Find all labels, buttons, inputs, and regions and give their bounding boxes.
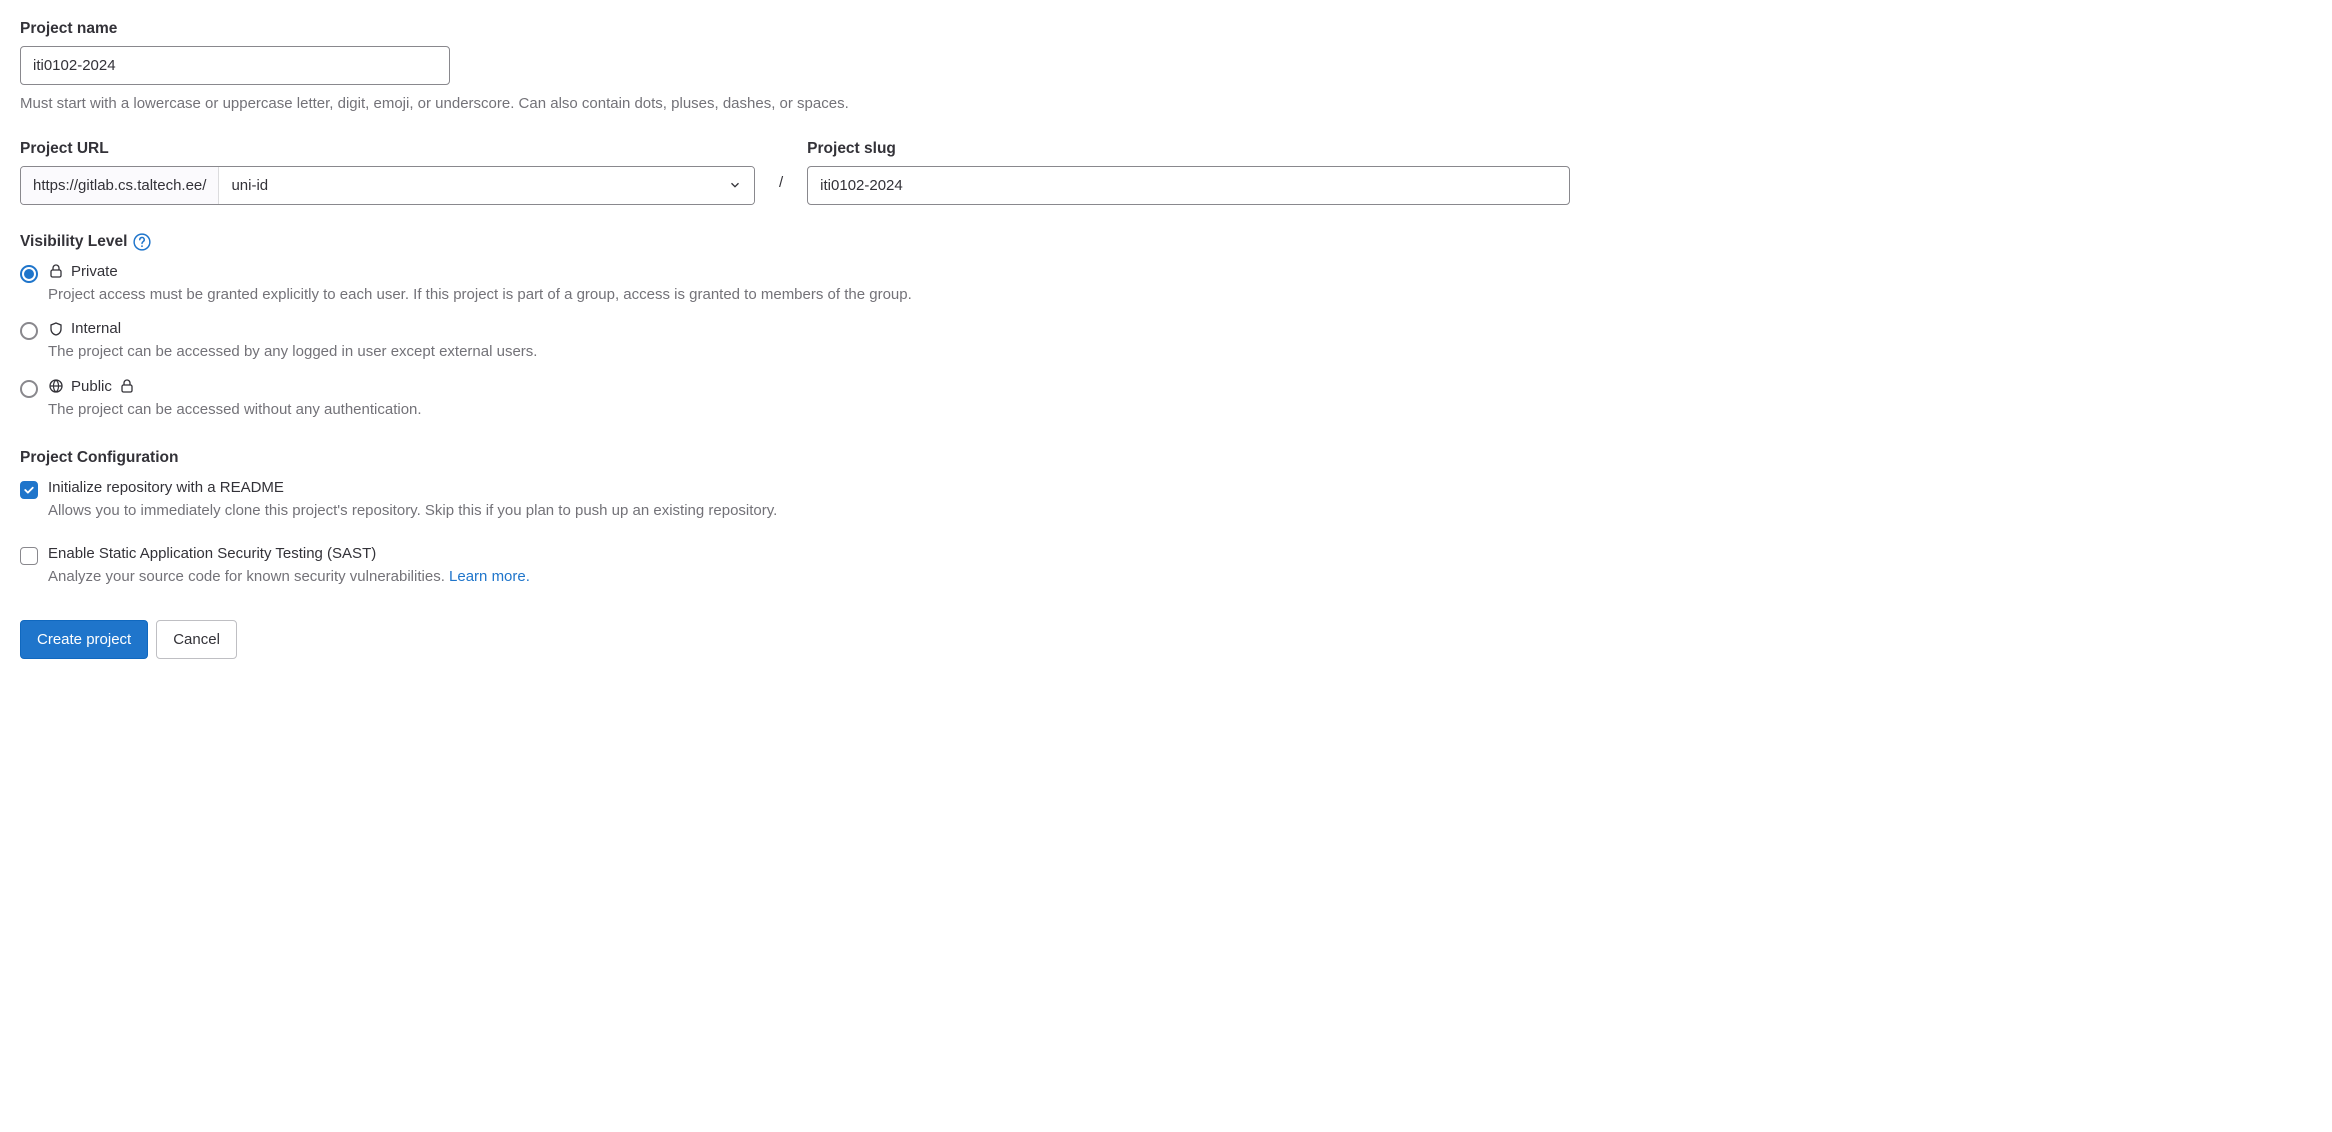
visibility-internal-radio[interactable] (20, 322, 38, 340)
help-circle-icon[interactable] (133, 233, 151, 251)
project-name-help: Must start with a lowercase or uppercase… (20, 93, 1570, 116)
sast-learn-more-link[interactable]: Learn more. (449, 568, 530, 585)
project-namespace-select[interactable]: uni-id (219, 167, 754, 204)
url-slash-separator: / (755, 174, 807, 191)
visibility-public-desc: The project can be accessed without any … (48, 399, 1570, 422)
sast-label: Enable Static Application Security Testi… (48, 545, 376, 562)
project-namespace-value: uni-id (231, 177, 268, 194)
readme-label: Initialize repository with a README (48, 479, 284, 496)
visibility-internal-desc: The project can be accessed by any logge… (48, 341, 1570, 364)
visibility-section: Visibility Level Private Project access … (20, 233, 1570, 422)
config-section: Project Configuration Initialize reposit… (20, 449, 1570, 588)
project-slug-label: Project slug (807, 140, 1570, 158)
visibility-internal-label: Internal (71, 320, 121, 337)
config-label: Project Configuration (20, 449, 1570, 467)
visibility-private-desc: Project access must be granted explicitl… (48, 284, 1570, 307)
project-name-input[interactable] (20, 46, 450, 85)
project-slug-field: Project slug (807, 140, 1570, 205)
visibility-label: Visibility Level (20, 233, 127, 251)
sast-desc: Analyze your source code for known secur… (48, 568, 449, 585)
project-name-field: Project name Must start with a lowercase… (20, 20, 1570, 116)
visibility-public-radio[interactable] (20, 380, 38, 398)
project-name-label: Project name (20, 20, 1570, 38)
globe-icon (48, 378, 64, 394)
readme-checkbox[interactable] (20, 481, 38, 499)
lock-icon (48, 263, 64, 279)
chevron-down-icon (728, 178, 742, 192)
project-url-field: Project URL https://gitlab.cs.taltech.ee… (20, 140, 755, 205)
readme-desc: Allows you to immediately clone this pro… (48, 500, 1570, 523)
create-project-button[interactable]: Create project (20, 620, 148, 659)
cancel-button[interactable]: Cancel (156, 620, 237, 659)
project-slug-input[interactable] (807, 166, 1570, 205)
visibility-private-radio[interactable] (20, 265, 38, 283)
sast-checkbox[interactable] (20, 547, 38, 565)
visibility-private-label: Private (71, 263, 118, 280)
project-url-label: Project URL (20, 140, 755, 158)
shield-icon (48, 321, 64, 337)
project-url-prefix: https://gitlab.cs.taltech.ee/ (21, 167, 219, 204)
visibility-public-label: Public (71, 378, 112, 395)
lock-icon (119, 378, 135, 394)
